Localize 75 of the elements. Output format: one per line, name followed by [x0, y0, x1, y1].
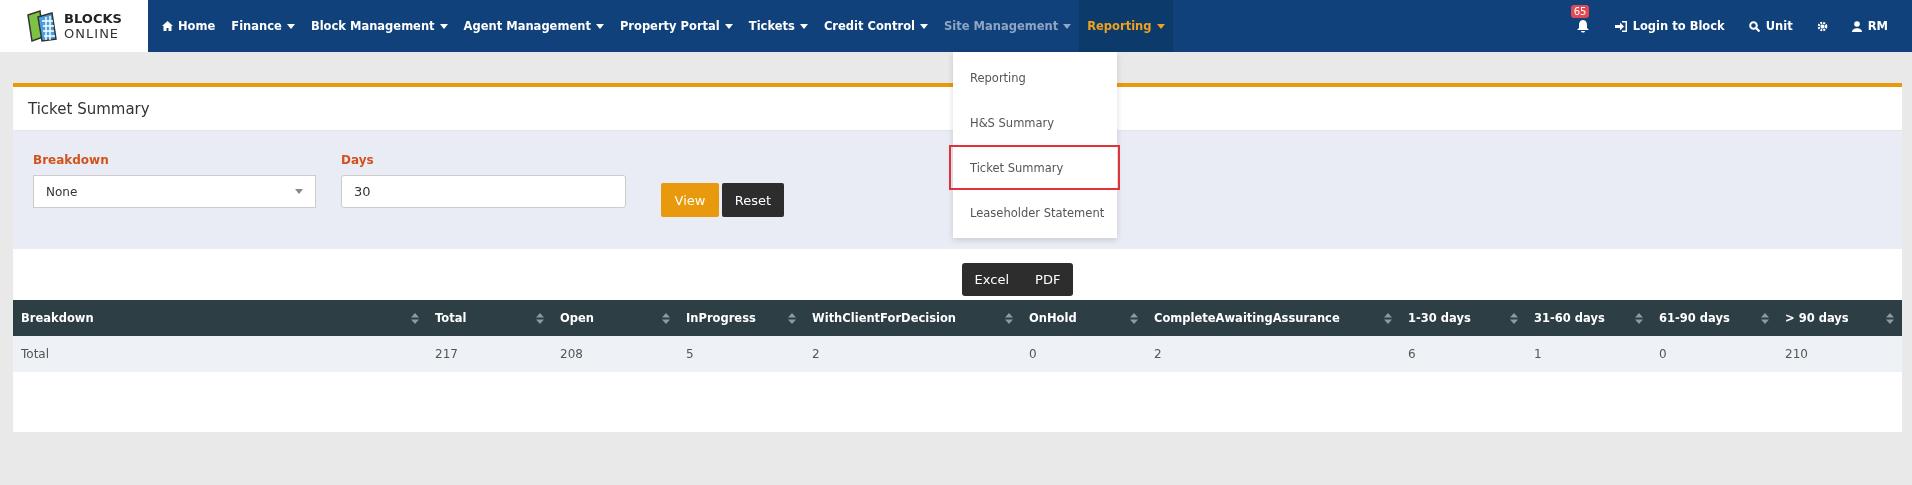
- column-header[interactable]: Total: [427, 300, 552, 336]
- sort-icon: [1635, 312, 1643, 324]
- user-menu[interactable]: RM: [1851, 19, 1888, 33]
- menu-item[interactable]: Leaseholder Statement: [949, 190, 1120, 235]
- nav-item[interactable]: Finance: [223, 0, 303, 52]
- nav-item[interactable]: Reporting: [1079, 0, 1173, 52]
- column-header[interactable]: Open: [552, 300, 678, 336]
- column-header[interactable]: > 90 days: [1777, 300, 1902, 336]
- table-cell: 5: [678, 336, 804, 372]
- table-cell: 2: [804, 336, 1021, 372]
- sort-icon: [1761, 312, 1769, 324]
- table-cell: 0: [1651, 336, 1777, 372]
- sort-icon: [1510, 312, 1518, 324]
- nav-item[interactable]: Agent Management: [455, 0, 612, 52]
- notification-badge: 65: [1570, 4, 1590, 18]
- table-cell: 1: [1526, 336, 1651, 372]
- sort-icon: [1886, 312, 1894, 324]
- logo-text: BLOCKS: [64, 11, 122, 26]
- search-link[interactable]: Unit: [1748, 19, 1793, 33]
- column-header[interactable]: 61-90 days: [1651, 300, 1777, 336]
- nav-item[interactable]: Home: [154, 0, 224, 52]
- table-cell: 210: [1777, 336, 1902, 372]
- caret-icon: [286, 23, 295, 29]
- search-icon: [1748, 20, 1760, 32]
- table-cell: 217: [427, 336, 552, 372]
- nav-item[interactable]: Property Portal: [611, 0, 741, 52]
- page-title: Ticket Summary: [28, 99, 150, 118]
- caret-icon: [1156, 23, 1165, 29]
- sort-icon: [788, 312, 796, 324]
- field-label: Days: [341, 153, 375, 167]
- export-button[interactable]: PDF: [1022, 263, 1074, 296]
- nav-item[interactable]: Tickets: [740, 0, 816, 52]
- column-header[interactable]: WithClientForDecision: [804, 300, 1021, 336]
- column-header[interactable]: 31-60 days: [1526, 300, 1651, 336]
- user-icon: [1851, 20, 1862, 32]
- breakdown-select[interactable]: None: [33, 175, 316, 208]
- table-cell: 6: [1400, 336, 1526, 372]
- column-header[interactable]: InProgress: [678, 300, 804, 336]
- caret-icon: [1063, 23, 1072, 29]
- caret-icon: [595, 23, 604, 29]
- caret-icon: [724, 23, 733, 29]
- caret-icon: [920, 23, 928, 29]
- table-cell: 2: [1146, 336, 1400, 372]
- sort-icon: [1005, 312, 1013, 324]
- login-icon: [1614, 20, 1627, 32]
- nav-item[interactable]: Credit Control: [815, 0, 936, 52]
- sort-icon: [1130, 312, 1138, 324]
- export-button[interactable]: Excel: [961, 263, 1023, 296]
- sort-icon: [411, 312, 419, 324]
- days-input[interactable]: 30: [341, 175, 626, 208]
- settings-icon[interactable]: [1816, 20, 1828, 32]
- reset-button[interactable]: Reset: [722, 183, 784, 217]
- caret-icon: [799, 23, 808, 29]
- caret-icon: [439, 23, 448, 29]
- home-icon: [162, 21, 173, 31]
- column-header[interactable]: CompleteAwaitingAssurance: [1146, 300, 1400, 336]
- column-header[interactable]: OnHold: [1021, 300, 1146, 336]
- table-cell: 0: [1021, 336, 1146, 372]
- sort-icon: [1384, 312, 1392, 324]
- menu-item[interactable]: Reporting: [949, 55, 1120, 100]
- column-header[interactable]: Breakdown: [13, 300, 427, 336]
- table-cell: Total: [13, 336, 427, 372]
- nav-item[interactable]: Block Management: [302, 0, 456, 52]
- login-link[interactable]: Login to Block: [1614, 19, 1725, 33]
- menu-item[interactable]: Ticket Summary: [949, 145, 1120, 190]
- sort-icon: [662, 312, 670, 324]
- logo-text: ONLINE: [64, 26, 121, 41]
- column-header[interactable]: 1-30 days: [1400, 300, 1526, 336]
- sort-icon: [536, 312, 544, 324]
- table-cell: 208: [552, 336, 678, 372]
- bell-icon[interactable]: [1576, 19, 1589, 33]
- menu-item[interactable]: H&S Summary: [949, 100, 1120, 145]
- field-label: Breakdown: [33, 153, 110, 167]
- caret-icon: [295, 189, 303, 194]
- logo[interactable]: BLOCKS ONLINE: [0, 0, 148, 52]
